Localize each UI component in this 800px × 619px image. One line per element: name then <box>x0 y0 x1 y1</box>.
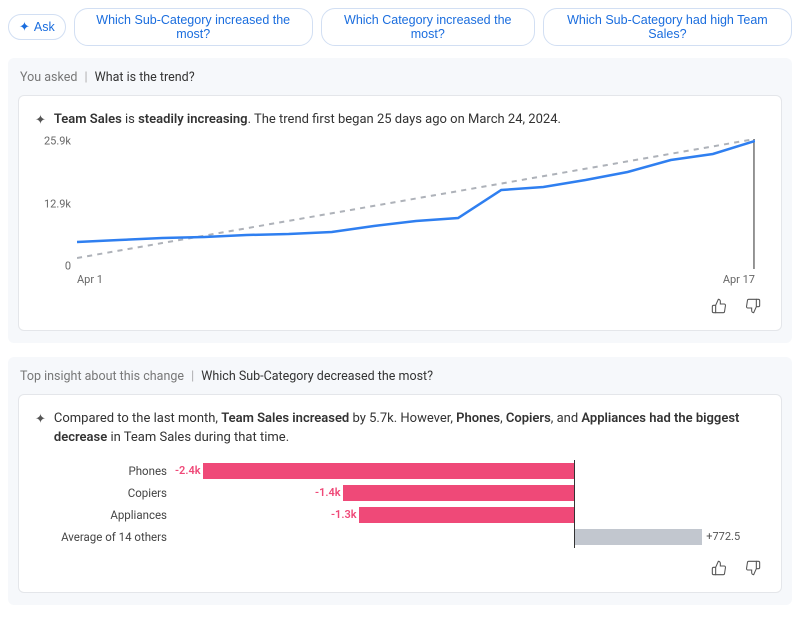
x-axis-labels: Apr 1 Apr 17 <box>77 269 755 286</box>
sparkle-icon: ✦ <box>35 111 46 131</box>
bar-label: Average of 14 others <box>35 530 175 544</box>
ytick-top: 25.9k <box>44 135 71 148</box>
bar-label: Copiers <box>35 486 175 500</box>
bar-row: Appliances -1.3k <box>35 504 745 526</box>
feedback-row <box>35 548 765 582</box>
change-bar-chart: Phones -2.4k Copiers -1.4k <box>35 456 765 548</box>
bar-neg <box>203 463 574 479</box>
bar-value: +772.5 <box>706 530 740 543</box>
trend-section-header: You asked | What is the trend? <box>8 68 792 95</box>
thumbs-down-icon <box>745 301 761 318</box>
bar-track: -1.3k <box>175 507 745 523</box>
header-divider: | <box>191 369 194 384</box>
insight-section: Top insight about this change | Which Su… <box>8 357 792 605</box>
insight-summary-text: Compared to the last month, Team Sales i… <box>54 409 765 448</box>
zero-axis <box>574 482 575 504</box>
header-divider: | <box>84 70 87 85</box>
insight-section-header: Top insight about this change | Which Su… <box>8 367 792 394</box>
xtick-left: Apr 1 <box>77 273 103 286</box>
zero-axis <box>574 526 575 548</box>
bar-value: -2.4k <box>175 464 201 477</box>
header-prefix: You asked <box>20 70 77 85</box>
suggestion-chip-0[interactable]: Which Sub-Category increased the most? <box>74 8 313 46</box>
sparkle-icon: ✦ <box>35 410 46 430</box>
bar-track: -2.4k <box>175 463 745 479</box>
bar-label: Appliances <box>35 508 175 522</box>
zero-axis <box>574 460 575 482</box>
header-question: What is the trend? <box>95 70 195 85</box>
feedback-row <box>35 286 765 320</box>
bar-label: Phones <box>35 464 175 478</box>
trend-line-chart: 25.9k 12.9k 0 Apr 1 Apr 17 <box>35 139 765 286</box>
thumbs-down-button[interactable] <box>741 558 765 582</box>
bar-neg <box>343 485 574 501</box>
thumbs-down-button[interactable] <box>741 296 765 320</box>
line-chart-svg <box>77 139 755 269</box>
bar-value: -1.4k <box>315 486 341 499</box>
bar-neg <box>359 507 574 523</box>
ask-button[interactable]: ✦ Ask <box>8 14 66 40</box>
trend-card: ✦ Team Sales is steadily increasing. The… <box>18 95 782 331</box>
thumbs-down-icon <box>745 563 761 580</box>
bar-row: Average of 14 others +772.5 <box>35 526 745 548</box>
insight-summary: ✦ Compared to the last month, Team Sales… <box>35 409 765 448</box>
thumbs-up-icon <box>711 563 727 580</box>
suggestion-chip-1[interactable]: Which Category increased the most? <box>321 8 535 46</box>
bar-row: Phones -2.4k <box>35 460 745 482</box>
trend-summary-text: Team Sales is steadily increasing. The t… <box>54 110 561 130</box>
bar-row: Copiers -1.4k <box>35 482 745 504</box>
suggestion-chip-2[interactable]: Which Sub-Category had high Team Sales? <box>543 8 792 46</box>
bar-track: +772.5 <box>175 529 745 545</box>
header-question: Which Sub-Category decreased the most? <box>201 369 433 384</box>
insight-card: ✦ Compared to the last month, Team Sales… <box>18 394 782 593</box>
zero-axis <box>574 504 575 526</box>
bar-value: -1.3k <box>331 508 357 521</box>
trend-summary: ✦ Team Sales is steadily increasing. The… <box>35 110 765 131</box>
suggestion-chip-row: ✦ Ask Which Sub-Category increased the m… <box>0 0 800 58</box>
ytick-mid: 12.9k <box>44 197 71 210</box>
thumbs-up-button[interactable] <box>707 296 731 320</box>
bar-track: -1.4k <box>175 485 745 501</box>
thumbs-up-button[interactable] <box>707 558 731 582</box>
bar-pos <box>574 529 702 545</box>
xtick-right: Apr 17 <box>723 273 755 286</box>
ask-label: Ask <box>34 20 55 34</box>
ytick-bot: 0 <box>65 259 71 272</box>
trend-section: You asked | What is the trend? ✦ Team Sa… <box>8 58 792 343</box>
y-axis-labels: 25.9k 12.9k 0 <box>35 139 77 269</box>
sparkle-icon: ✦ <box>19 19 30 35</box>
header-prefix: Top insight about this change <box>20 369 184 384</box>
thumbs-up-icon <box>711 301 727 318</box>
